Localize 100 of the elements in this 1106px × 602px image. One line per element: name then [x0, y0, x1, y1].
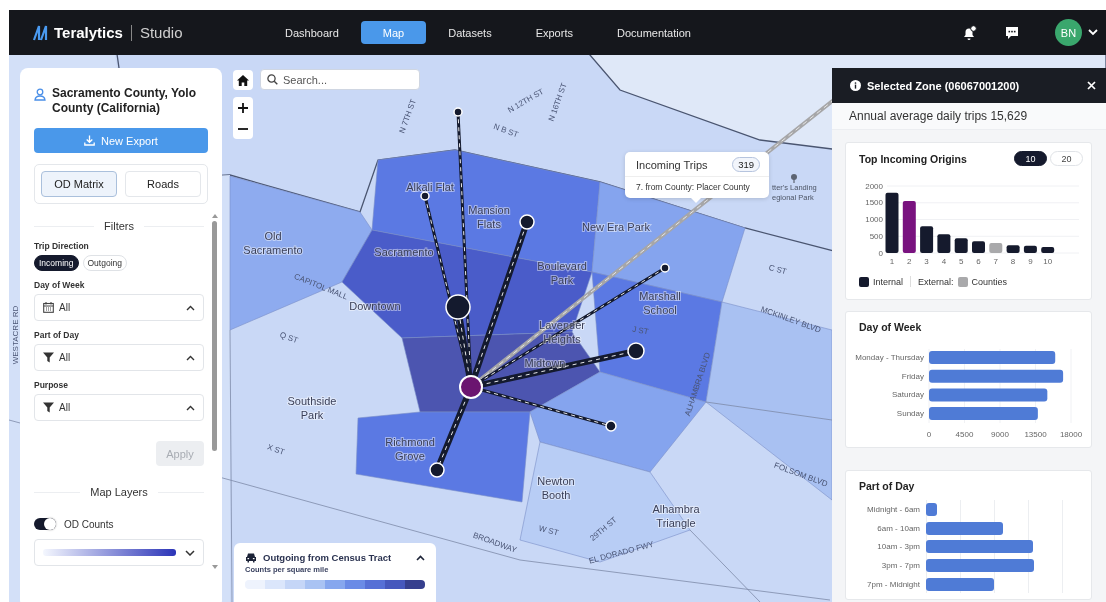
legend-label: External: — [918, 276, 954, 287]
count-toggle[interactable]: 20 — [1050, 151, 1083, 166]
close-icon[interactable] — [1087, 81, 1096, 90]
dropdown-select[interactable]: All — [34, 394, 204, 421]
chart-bar[interactable] — [885, 192, 899, 253]
axis-tick: 18000 — [1059, 430, 1083, 439]
view-tab[interactable]: Roads — [125, 171, 201, 197]
color-scale-select[interactable] — [34, 539, 204, 566]
direction-chip[interactable]: Outgoing — [82, 255, 127, 271]
tooltip-title: Incoming Trips — [636, 158, 708, 171]
place-label: Marshall School — [639, 290, 681, 316]
legend-swatch — [859, 276, 869, 287]
direction-chip[interactable]: Incoming — [34, 255, 79, 271]
axis-tick: 500 — [869, 231, 883, 241]
axis-tick: 2 — [907, 257, 912, 266]
search-icon — [267, 74, 278, 85]
street-label: N 7TH ST — [397, 97, 418, 135]
axis-tick: 6am - 10am — [876, 523, 920, 533]
home-icon — [237, 74, 249, 86]
place-label: Alhambra Triangle — [652, 503, 700, 529]
axis-tick: Saturday — [891, 390, 924, 400]
axis-tick: 5 — [958, 257, 964, 266]
origin-marker[interactable] — [420, 191, 430, 201]
trip-count: 319 — [732, 157, 760, 172]
chart-bar[interactable] — [1006, 245, 1020, 253]
notification-bell-icon[interactable] — [961, 24, 977, 41]
caret-icon[interactable] — [416, 554, 425, 561]
nav-tab[interactable]: Documentation — [594, 21, 713, 44]
place-label: Newton Booth — [537, 475, 575, 501]
chart-bar[interactable] — [1041, 246, 1055, 253]
field-label: Purpose — [34, 380, 69, 390]
place-label: Southside Park — [287, 395, 337, 421]
chat-icon[interactable] — [1005, 25, 1019, 40]
chart-bar[interactable] — [972, 241, 985, 253]
info-icon — [850, 80, 861, 91]
car-icon — [245, 552, 257, 563]
legend-title: Outgoing from Census Tract — [263, 552, 392, 563]
card-title: Day of Week — [859, 321, 923, 333]
field-label: Day of Week — [34, 280, 86, 290]
origin-marker[interactable] — [605, 420, 617, 432]
tooltip-detail: 7. from County: Placer County — [635, 181, 751, 194]
census-tract[interactable] — [355, 411, 531, 503]
place-label: Midtown — [524, 357, 566, 369]
street-label: N 16TH ST — [546, 81, 569, 123]
dropdown-select[interactable]: All — [34, 294, 204, 321]
layer-label: OD Counts — [64, 518, 114, 530]
axis-tick: 10am - 3pm — [876, 542, 920, 552]
filter-icon — [43, 402, 54, 413]
download-icon — [84, 135, 96, 146]
axis-tick: 8 — [1010, 257, 1016, 266]
axis-tick: 1500 — [865, 198, 883, 208]
count-toggle[interactable]: 10 — [1014, 151, 1047, 166]
field-label: Trip Direction — [34, 241, 90, 251]
axis-tick: 1 — [889, 257, 895, 266]
axis-tick: 1000 — [865, 215, 883, 224]
chart-bar[interactable] — [920, 226, 934, 253]
axis-tick: Monday - Thursday — [855, 353, 924, 362]
place-label: Mansion Flats — [468, 204, 510, 230]
search-field[interactable]: Search... — [260, 69, 420, 90]
axis-tick: 4 — [941, 257, 947, 266]
view-tab[interactable]: OD Matrix — [41, 171, 117, 197]
calendar-icon — [43, 302, 54, 313]
chart-bar[interactable] — [954, 238, 968, 253]
chart-bar[interactable] — [1023, 245, 1037, 253]
origin-marker[interactable] — [429, 462, 445, 478]
street-label: WESTACRE RD — [11, 305, 20, 365]
dropdown-select[interactable]: All — [34, 344, 204, 371]
origin-marker[interactable] — [519, 214, 535, 230]
home-button[interactable] — [233, 70, 253, 90]
axis-tick: 9000 — [991, 430, 1009, 439]
layer-toggle[interactable] — [34, 518, 56, 530]
origin-marker[interactable] — [453, 107, 463, 117]
nav-tab[interactable]: Exports — [513, 21, 595, 44]
street-label: X ST — [265, 442, 286, 457]
axis-tick: Friday — [901, 371, 924, 381]
origin-marker[interactable] — [445, 294, 471, 320]
chart-bar[interactable] — [937, 234, 951, 253]
place-label: Sacramento — [374, 246, 434, 258]
street-label: Q ST — [278, 330, 300, 346]
axis-tick: 0 — [878, 248, 883, 258]
logo-icon — [32, 23, 48, 42]
place-label: Old Sacramento — [243, 230, 303, 256]
place-label: Boulevard Park — [537, 260, 587, 286]
chart-bar[interactable] — [902, 201, 916, 253]
axis-tick: 6 — [976, 257, 981, 266]
legend-label: Counties — [971, 276, 1008, 287]
panel-title: Selected Zone (06067001200) — [867, 79, 1020, 92]
scrollbar[interactable] — [211, 214, 218, 569]
field-label: Part of Day — [34, 330, 80, 340]
nav-tab[interactable]: Datasets — [426, 21, 514, 44]
origin-marker[interactable] — [627, 342, 645, 360]
place-label: New Era Park — [582, 221, 650, 233]
card-title: Top Incoming Origins — [859, 152, 967, 165]
chevron-down-icon[interactable] — [1088, 29, 1098, 36]
card-title: Part of Day — [859, 480, 916, 492]
axis-tick: 7pm - Midnight — [866, 579, 920, 589]
axis-tick: 10 — [1043, 257, 1053, 266]
nav-tab[interactable]: Dashboard — [263, 21, 361, 44]
origin-marker[interactable] — [660, 263, 670, 273]
axis-tick: 7 — [993, 257, 999, 266]
